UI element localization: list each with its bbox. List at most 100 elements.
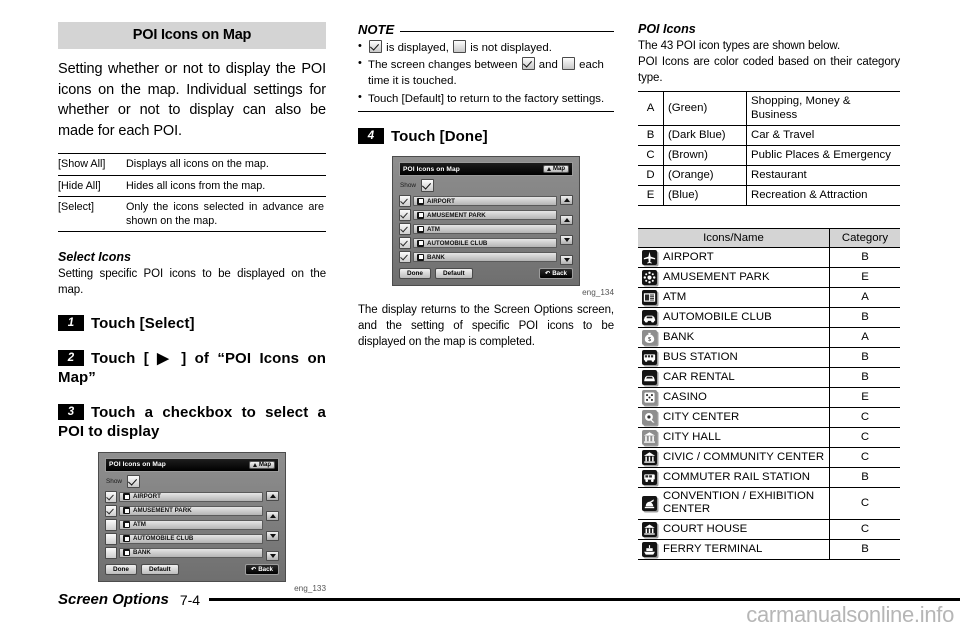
row-checkbox[interactable] (399, 223, 411, 236)
list-item[interactable]: BANK (399, 251, 557, 264)
screen-title-bar: POI Icons on Map Map (105, 457, 279, 472)
row-checkbox[interactable] (105, 504, 117, 517)
poi-icon (123, 493, 130, 501)
list-item[interactable]: AUTOMOBILE CLUB (105, 532, 263, 545)
row-bar[interactable]: ATM (119, 519, 263, 530)
list-item[interactable]: ATM (105, 518, 263, 531)
poi-icon-table-body: AIRPORT B AMUSEMENT PARK E ATM A AUTOMOBILE CL… (638, 246, 900, 560)
table-row: CITY CENTER C (638, 406, 900, 428)
poi-name-label: COURT HOUSE (663, 523, 748, 536)
intro-paragraph: Setting whether or not to display the PO… (58, 61, 326, 139)
scroll-down-button[interactable] (266, 530, 279, 541)
map-button[interactable]: Map (543, 165, 569, 174)
default-button[interactable]: Default (140, 563, 179, 575)
screen-title: POI Icons on Map (109, 461, 166, 469)
note-item-2: The screen changes between and each time… (358, 56, 614, 89)
row-checkbox[interactable] (399, 237, 411, 250)
list-item[interactable]: AUTOMOBILE CLUB (399, 237, 557, 250)
scroll-down-icon (269, 533, 276, 538)
show-label: Show (106, 477, 122, 485)
done-button[interactable]: Done (105, 563, 137, 575)
scroll-top-button[interactable] (560, 195, 573, 206)
poi-name-inner: CITY HALL (642, 429, 825, 445)
scroll-top-button[interactable] (266, 490, 279, 501)
table-row: BUS STATION B (638, 346, 900, 368)
scroll-up-button[interactable] (266, 510, 279, 521)
row-bar[interactable]: AIRPORT (413, 196, 557, 207)
map-button-label: Map (259, 461, 271, 468)
poi-name-inner: AMUSEMENT PARK (642, 269, 825, 285)
screenshot-eng134-wrap: POI Icons on Map Map Show AIRPORT AMUSEM… (358, 156, 614, 297)
default-button[interactable]: Default (434, 268, 473, 280)
table-row: C (Brown) Public Places & Emergency (638, 145, 900, 166)
row-bar[interactable]: AMUSEMENT PARK (119, 505, 263, 516)
figure-caption: eng_134 (582, 288, 614, 298)
row-label: AUTOMOBILE CLUB (427, 239, 488, 247)
row-bar[interactable]: ATM (413, 224, 557, 235)
scroll-up-button[interactable] (560, 215, 573, 226)
row-checkbox[interactable] (399, 209, 411, 222)
poi-icons-intro-line1: The 43 POI icon types are shown below. (638, 40, 841, 52)
done-button[interactable]: Done (399, 268, 431, 280)
list-item[interactable]: AIRPORT (105, 490, 263, 503)
poi-name-label: AIRPORT (663, 250, 714, 263)
poi-icon (417, 253, 424, 261)
table-row: AIRPORT B (638, 246, 900, 268)
poi-name-inner: CITY CENTER (642, 409, 825, 425)
scroll-bottom-icon (269, 553, 276, 558)
list-item[interactable]: AMUSEMENT PARK (399, 209, 557, 222)
scroll-down-button[interactable] (560, 235, 573, 246)
row-checkbox[interactable] (105, 490, 117, 503)
show-checkbox[interactable] (127, 474, 140, 488)
poi-name-label: BUS STATION (663, 350, 738, 363)
step-number: 2 (58, 349, 84, 366)
row-bar[interactable]: AUTOMOBILE CLUB (119, 533, 263, 544)
convention-exhibition-center-icon (642, 495, 657, 511)
header-icons-name: Icons/Name (638, 227, 830, 248)
row-checkbox[interactable] (105, 546, 117, 559)
table-row: $ BANK A (638, 326, 900, 348)
list-item[interactable]: AMUSEMENT PARK (105, 504, 263, 517)
screen-list-body: AIRPORT AMUSEMENT PARK ATM AUTOMOBILE CL… (105, 490, 279, 561)
back-arrow-icon: ↶ (545, 270, 551, 278)
poi-icon (123, 549, 130, 557)
category-key: D (638, 164, 664, 186)
row-checkbox[interactable] (105, 518, 117, 531)
show-checkbox[interactable] (421, 179, 434, 193)
car-rental-icon (642, 369, 657, 385)
table-row: [Select] Only the icons selected in adva… (58, 195, 326, 233)
poi-name-inner: BUS STATION (642, 349, 825, 365)
list-item[interactable]: BANK (105, 546, 263, 559)
list-item[interactable]: ATM (399, 223, 557, 236)
row-bar[interactable]: AUTOMOBILE CLUB (413, 238, 557, 249)
row-checkbox[interactable] (399, 251, 411, 264)
map-button[interactable]: Map (249, 460, 275, 469)
footer-rule (209, 598, 960, 601)
back-button[interactable]: ↶ Back (245, 563, 279, 575)
step-3: 3 Touch a checkbox to select a POI to dis… (58, 403, 326, 442)
category-color: (Green) (663, 90, 747, 127)
scrollbar[interactable] (266, 490, 279, 561)
scrollbar[interactable] (560, 195, 573, 266)
table-row: CASINO E (638, 386, 900, 408)
poi-list: AIRPORT AMUSEMENT PARK ATM AUTOMOBILE CL… (399, 195, 557, 265)
row-label: AMUSEMENT PARK (133, 507, 192, 515)
list-item[interactable]: AIRPORT (399, 195, 557, 208)
table-row: CIVIC / COMMUNITY CENTER C (638, 446, 900, 468)
row-bar[interactable]: BANK (119, 547, 263, 558)
scroll-bottom-button[interactable] (266, 550, 279, 561)
poi-category-cell: C (829, 446, 900, 468)
watermark: carmanualsonline.info (746, 602, 954, 627)
row-bar[interactable]: BANK (413, 252, 557, 263)
note-text-b: and (538, 59, 558, 72)
category-desc: Car & Travel (746, 125, 900, 147)
row-checkbox[interactable] (399, 195, 411, 208)
checked-checkbox-icon (369, 40, 382, 53)
scroll-bottom-button[interactable] (560, 255, 573, 266)
row-checkbox[interactable] (105, 532, 117, 545)
city-center-icon (642, 409, 657, 425)
table-row: ATM A (638, 286, 900, 308)
row-bar[interactable]: AIRPORT (119, 491, 263, 502)
back-button[interactable]: ↶ Back (539, 268, 573, 280)
row-bar[interactable]: AMUSEMENT PARK (413, 210, 557, 221)
